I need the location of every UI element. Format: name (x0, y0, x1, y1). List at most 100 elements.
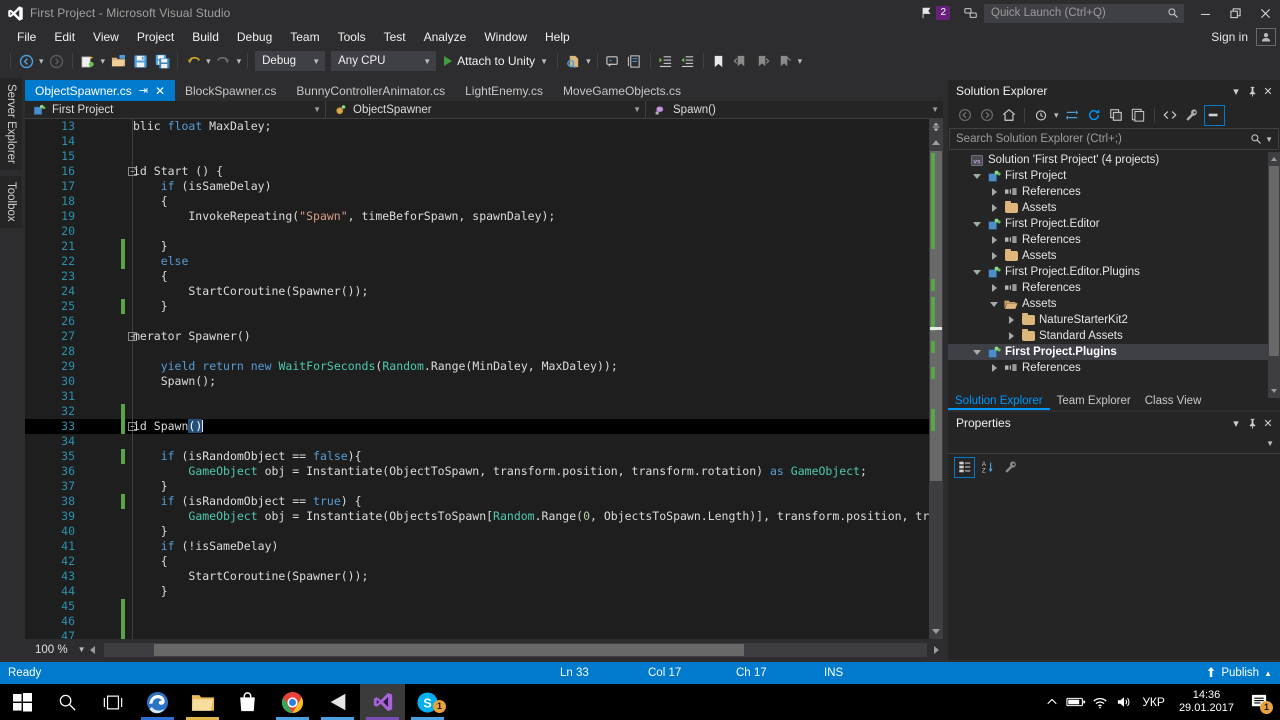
search-button[interactable] (45, 684, 90, 720)
navbar-member-dropdown[interactable]: Spawn() ▼ (645, 100, 943, 119)
code-line[interactable]: 46 (25, 614, 929, 629)
preview-selected-items-button[interactable] (1203, 104, 1225, 126)
show-all-files-button[interactable] (1128, 105, 1149, 126)
code-line[interactable]: 45 (25, 599, 929, 614)
code-line[interactable]: 32 (25, 404, 929, 419)
task-view-button[interactable] (90, 684, 135, 720)
chevron-down-icon[interactable] (971, 345, 983, 359)
notifications-indicator[interactable]: 2 (920, 6, 950, 20)
code-line[interactable]: 18 { (25, 194, 929, 209)
code-line[interactable]: 43 StartCoroutine(Spawner()); (25, 569, 929, 584)
publish-control[interactable]: Publish ▲ (1206, 666, 1272, 681)
redo-dropdown[interactable]: ▾ (235, 56, 244, 67)
volume-icon[interactable] (1112, 684, 1136, 720)
menu-item-window[interactable]: Window (475, 27, 536, 47)
properties-object-combo[interactable]: ▼ (948, 434, 1280, 454)
sign-in-link[interactable]: Sign in (1211, 30, 1248, 44)
back-button[interactable] (954, 105, 975, 126)
chevron-down-icon[interactable] (971, 169, 983, 183)
tree-scroll-thumb[interactable] (1269, 166, 1279, 356)
panel-tab-class-view[interactable]: Class View (1138, 393, 1209, 410)
chevron-right-icon[interactable] (1005, 329, 1017, 343)
panel-tab-solution-explorer[interactable]: Solution Explorer (948, 393, 1050, 410)
panel-tab-team-explorer[interactable]: Team Explorer (1050, 393, 1138, 410)
close-icon[interactable]: ✕ (1260, 82, 1276, 100)
code-line[interactable]: 19 InvokeRepeating("Spawn", timeBeforSpa… (25, 209, 929, 224)
scroll-down-button[interactable] (929, 623, 943, 639)
account-icon[interactable] (1256, 28, 1276, 46)
tree-item[interactable]: First Project (948, 168, 1280, 184)
solution-configuration-combo[interactable]: Debug ▼ (255, 51, 326, 71)
chevron-up-icon[interactable]: ▲ (1264, 669, 1272, 678)
skype-button[interactable]: S 1 (405, 684, 450, 720)
toolbar-overflow-button[interactable]: ▾ (796, 56, 805, 67)
code-line[interactable]: 25 } (25, 299, 929, 314)
collapse-all-button[interactable] (1106, 105, 1127, 126)
editor-horizontal-scrollbar[interactable] (103, 642, 927, 657)
code-line[interactable]: 29 yield return new WaitForSeconds(Rando… (25, 359, 929, 374)
new-project-dropdown[interactable]: ▾ (99, 56, 108, 67)
chevron-down-icon[interactable] (971, 265, 983, 279)
chevron-right-icon[interactable] (988, 361, 1000, 375)
menu-item-file[interactable]: File (8, 27, 45, 47)
chevron-down-icon[interactable]: ▼ (78, 645, 86, 654)
pin-icon[interactable] (1244, 82, 1260, 100)
navbar-class-dropdown[interactable]: ObjectSpawner ▼ (325, 100, 645, 119)
chevron-down-icon[interactable]: ▼ (1262, 135, 1276, 144)
code-line[interactable]: 17 if (isSameDelay) (25, 179, 929, 194)
document-tab-movegameobjects[interactable]: MoveGameObjects.cs (553, 80, 691, 101)
file-explorer-button[interactable] (180, 684, 225, 720)
scroll-left-button[interactable] (86, 643, 100, 657)
menu-item-project[interactable]: Project (128, 27, 183, 47)
close-icon[interactable]: ✕ (1260, 414, 1276, 432)
navigate-forward-button[interactable] (46, 50, 68, 72)
document-tab-bunnycontrolleranimator[interactable]: BunnyControllerAnimator.cs (286, 80, 455, 101)
toggle-bookmark-button[interactable] (708, 50, 730, 72)
navigate-backward-dropdown[interactable]: ▾ (37, 56, 46, 67)
code-line[interactable]: 42 { (25, 554, 929, 569)
find-dropdown[interactable]: ▾ (584, 56, 593, 67)
sync-with-active-document-button[interactable] (1062, 105, 1083, 126)
menu-item-debug[interactable]: Debug (228, 27, 281, 47)
battery-icon[interactable] (1064, 684, 1088, 720)
pin-icon[interactable]: ⇥ (139, 84, 148, 97)
tree-item[interactable]: Assets (948, 296, 1280, 312)
pin-icon[interactable] (1244, 414, 1260, 432)
code-line[interactable]: 40 } (25, 524, 929, 539)
tree-scroll-up-button[interactable] (1268, 152, 1280, 166)
zoom-control[interactable]: 100 % ▼ (25, 644, 86, 656)
increase-indent-button[interactable] (655, 50, 677, 72)
code-line[interactable]: 39 GameObject obj = Instantiate(ObjectsT… (25, 509, 929, 524)
code-line[interactable]: 24 StartCoroutine(Spawner()); (25, 284, 929, 299)
categorized-view-button[interactable] (954, 456, 975, 478)
new-project-button[interactable] (77, 50, 99, 72)
chrome-button[interactable] (270, 684, 315, 720)
tree-item[interactable]: References (948, 232, 1280, 248)
code-line[interactable]: 34 (25, 434, 929, 449)
panel-menu-icon[interactable]: ▾ (1228, 82, 1244, 100)
tree-item[interactable]: First Project.Plugins (948, 344, 1280, 360)
navigate-backward-button[interactable] (15, 50, 37, 72)
code-line[interactable]: 23 { (25, 269, 929, 284)
save-all-button[interactable] (151, 50, 173, 72)
tree-item[interactable]: References (948, 184, 1280, 200)
navbar-project-dropdown[interactable]: First Project ▼ (25, 101, 325, 119)
menu-item-test[interactable]: Test (375, 27, 415, 47)
menu-item-analyze[interactable]: Analyze (415, 27, 476, 47)
home-button[interactable] (998, 105, 1019, 126)
document-tab-objectspawner[interactable]: ObjectSpawner.cs ⇥ ✕ (25, 80, 175, 101)
solution-search-input[interactable] (956, 133, 1251, 145)
unity-button[interactable] (315, 684, 360, 720)
chevron-down-icon[interactable] (971, 217, 983, 231)
code-line[interactable]: 37 } (25, 479, 929, 494)
code-line[interactable]: 47 (25, 629, 929, 639)
tree-item[interactable]: First Project.Editor (948, 216, 1280, 232)
visual-studio-button[interactable] (360, 684, 405, 720)
next-bookmark-button[interactable] (752, 50, 774, 72)
tree-item[interactable]: References (948, 280, 1280, 296)
chevron-right-icon[interactable] (988, 201, 1000, 215)
scroll-up-button[interactable] (929, 135, 943, 149)
document-tab-blockspawner[interactable]: BlockSpawner.cs (175, 80, 286, 101)
menu-item-help[interactable]: Help (536, 27, 579, 47)
refresh-button[interactable] (1084, 105, 1105, 126)
